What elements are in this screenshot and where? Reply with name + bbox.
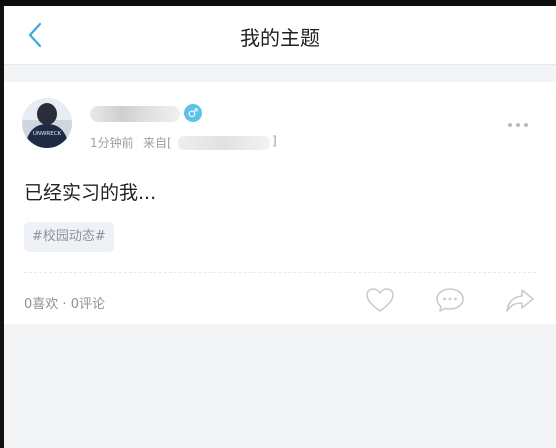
more-dot	[516, 123, 520, 127]
heart-icon	[366, 288, 394, 312]
avatar[interactable]: UNWRECK	[22, 98, 72, 148]
divider	[24, 272, 536, 273]
comment-button[interactable]	[434, 286, 466, 314]
avatar-image: UNWRECK	[22, 98, 72, 148]
likes-count: 0喜欢	[24, 297, 59, 312]
post-stats: 0喜欢 · 0评论	[24, 293, 105, 312]
app-screen: 我的主题 UNWRECK ♂ 1分钟前 来自[ ] 已经实习的我... #校园动…	[4, 6, 556, 448]
more-button[interactable]	[508, 112, 532, 127]
topic-tag[interactable]: #校园动态#	[24, 222, 114, 252]
username-blurred	[90, 106, 180, 122]
share-button[interactable]	[504, 286, 536, 314]
post-time: 1分钟前	[90, 136, 134, 150]
more-dot	[524, 123, 528, 127]
page-title: 我的主题	[240, 26, 320, 50]
more-dots-icon	[508, 123, 512, 127]
empty-area	[4, 324, 556, 448]
share-arrow-icon	[506, 289, 534, 312]
comment-bubble-icon	[436, 288, 464, 312]
post-source-blurred	[178, 136, 270, 150]
like-button[interactable]	[364, 286, 396, 314]
male-gender-icon: ♂	[184, 104, 202, 122]
post-content: 已经实习的我...	[24, 182, 157, 204]
post-source-label: 来自[	[143, 136, 172, 150]
top-bar: 我的主题	[4, 6, 556, 65]
avatar-shirt-text: UNWRECK	[33, 131, 62, 137]
stats-separator: ·	[58, 297, 71, 312]
post-source-close: ]	[272, 134, 277, 148]
post-card[interactable]: UNWRECK ♂ 1分钟前 来自[ ] 已经实习的我... #校园动态# 0喜…	[4, 82, 556, 324]
comments-count: 0评论	[70, 297, 105, 312]
